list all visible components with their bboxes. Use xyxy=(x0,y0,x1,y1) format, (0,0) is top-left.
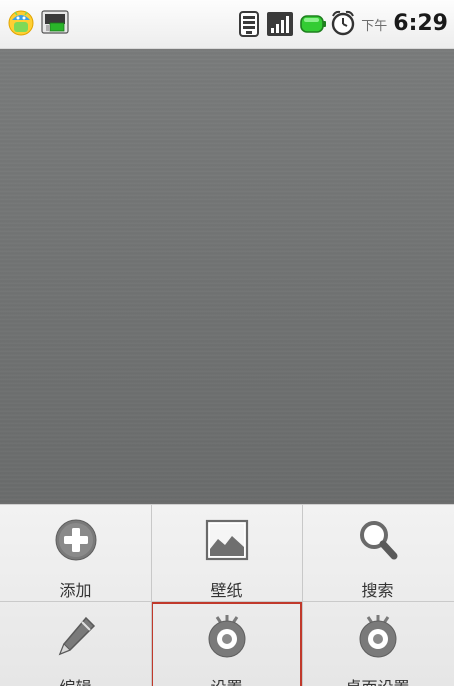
menu-divider-vertical xyxy=(151,505,152,686)
menu-item-wallpaper[interactable]: 壁纸 xyxy=(151,505,302,601)
status-bar-clock: 下午 6:29 xyxy=(361,11,448,37)
clock-time: 6:29 xyxy=(393,11,448,36)
menu-divider-horizontal xyxy=(0,601,454,602)
settings-icon xyxy=(350,612,406,662)
menu-item-desktop-settings[interactable]: 桌面设置 xyxy=(302,602,453,686)
menu-divider-vertical xyxy=(302,505,303,686)
menu-item-search[interactable]: 搜索 xyxy=(302,505,453,601)
wallpaper-icon xyxy=(199,515,255,565)
menu-item-label: 设置 xyxy=(153,674,300,686)
menu-item-label: 桌面设置 xyxy=(302,674,453,686)
menu-item-settings[interactable]: 设置 xyxy=(151,602,302,686)
menu-item-label: 搜索 xyxy=(361,581,394,600)
pencil-icon xyxy=(48,612,104,662)
sim-card-notification-icon[interactable] xyxy=(40,8,70,38)
status-bar[interactable]: 下午 6:29 xyxy=(0,0,454,49)
menu-item-label: 壁纸 xyxy=(210,581,243,600)
clock-ampm: 下午 xyxy=(361,19,388,34)
home-screen-wallpaper[interactable] xyxy=(0,49,454,504)
signal-strength-icon xyxy=(266,10,294,38)
menu-item-label: 添加 xyxy=(59,581,92,600)
android-notification-icon[interactable] xyxy=(6,8,36,38)
search-icon xyxy=(350,515,406,565)
settings-icon xyxy=(199,612,255,662)
alarm-clock-icon xyxy=(330,9,356,37)
wifi-icon xyxy=(238,10,260,38)
menu-item-label: 编辑 xyxy=(0,674,151,686)
add-icon xyxy=(48,515,104,565)
menu-item-add[interactable]: 添加 xyxy=(0,505,151,601)
phone-screen: 下午 6:29 添加 壁纸 搜索 xyxy=(0,0,454,686)
menu-item-edit[interactable]: 编辑 xyxy=(0,602,151,686)
battery-icon xyxy=(300,14,326,34)
options-menu: 添加 壁纸 搜索 xyxy=(0,504,454,686)
